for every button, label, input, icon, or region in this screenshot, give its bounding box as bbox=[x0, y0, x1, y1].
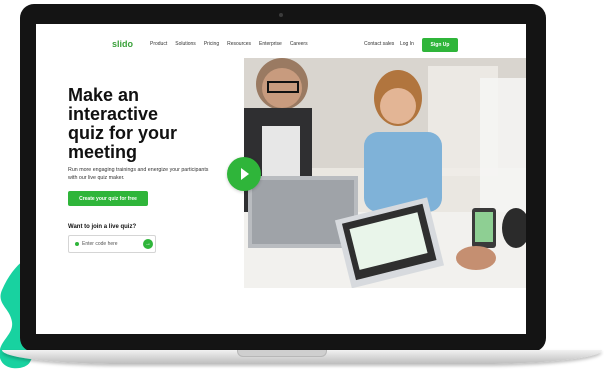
hero-photo bbox=[244, 58, 526, 288]
nav-pricing[interactable]: Pricing bbox=[204, 41, 219, 47]
nav-links: Product Solutions Pricing Resources Ente… bbox=[150, 41, 308, 47]
code-placeholder: Enter code here bbox=[82, 241, 118, 247]
join-label: Want to join a live quiz? bbox=[68, 224, 137, 230]
contact-sales-link[interactable]: Contact sales bbox=[364, 41, 394, 47]
play-icon bbox=[241, 168, 249, 180]
play-button[interactable] bbox=[227, 157, 261, 191]
camera-icon bbox=[279, 13, 283, 17]
arrow-right-icon[interactable]: → bbox=[143, 239, 153, 249]
nav-enterprise[interactable]: Enterprise bbox=[259, 41, 282, 47]
screen: slido Product Solutions Pricing Resource… bbox=[36, 24, 526, 334]
nav-product[interactable]: Product bbox=[150, 41, 167, 47]
logo[interactable]: slido bbox=[112, 39, 133, 49]
nav-careers[interactable]: Careers bbox=[290, 41, 308, 47]
nav-solutions[interactable]: Solutions bbox=[175, 41, 196, 47]
signup-button[interactable]: Sign Up bbox=[422, 38, 458, 52]
login-link[interactable]: Log In bbox=[400, 41, 414, 47]
hero-subtitle: Run more engaging trainings and energize… bbox=[68, 167, 209, 181]
code-input[interactable]: Enter code here → bbox=[68, 235, 156, 253]
hash-icon bbox=[75, 242, 79, 246]
laptop-notch bbox=[237, 350, 327, 357]
office-scene bbox=[244, 58, 526, 288]
create-quiz-button[interactable]: Create your quiz for free bbox=[68, 191, 148, 206]
nav-resources[interactable]: Resources bbox=[227, 41, 251, 47]
hero-title: Make an interactive quiz for your meetin… bbox=[68, 85, 177, 162]
